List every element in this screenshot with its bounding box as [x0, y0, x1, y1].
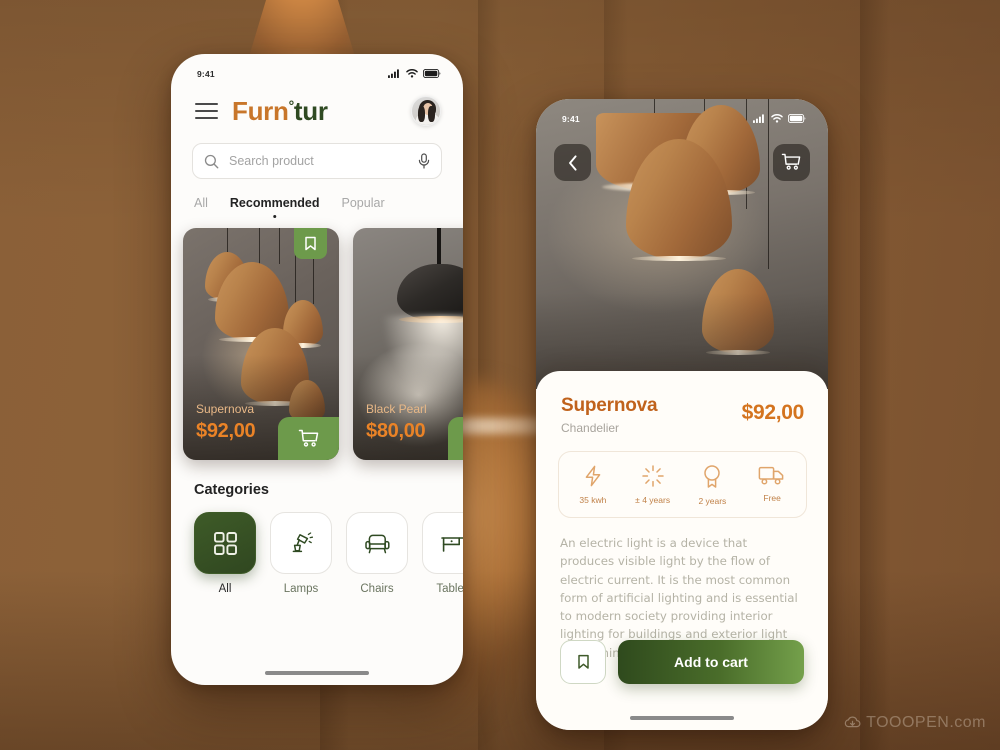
product-header: Supernova Chandelier $92,00: [536, 371, 828, 435]
chevron-left-icon: [568, 154, 577, 171]
product-card-list: Supernova $92,00 Black Pearl $80,00: [171, 218, 463, 460]
home-indicator: [630, 715, 734, 720]
status-bar-time: 9:41: [562, 113, 580, 124]
category-item-tables[interactable]: Tables: [422, 512, 463, 595]
back-button[interactable]: [554, 144, 591, 181]
product-card[interactable]: Black Pearl $80,00: [353, 228, 463, 460]
category-list: All Lamps Chairs Table: [171, 498, 463, 595]
delivery-truck-icon: [758, 466, 784, 485]
category-label: Chairs: [360, 583, 394, 595]
spec-item-warranty: 2 years: [683, 464, 743, 506]
save-bookmark-button[interactable]: [560, 640, 606, 684]
product-card[interactable]: Supernova $92,00: [183, 228, 339, 460]
sparkle-icon: [641, 465, 664, 487]
search-icon: [204, 154, 219, 168]
add-to-cart-button[interactable]: [448, 417, 463, 460]
logo-part-two: tur: [293, 96, 328, 126]
product-title-block: Supernova Chandelier: [561, 395, 658, 435]
left-phone-screen: 9:41 Furn°tur Search product All Recomme…: [171, 54, 463, 685]
app-logo: Furn°tur: [232, 98, 328, 124]
status-bar: 9:41: [171, 54, 463, 82]
category-icon-box: [194, 512, 256, 574]
product-name: Black Pearl: [366, 402, 427, 416]
search-bar[interactable]: [192, 143, 442, 179]
product-actions: Add to cart: [560, 640, 804, 684]
status-bar-icons: [753, 114, 806, 123]
tab-all[interactable]: All: [194, 196, 208, 218]
category-label: All: [218, 583, 232, 595]
product-specs: 35 kwh ± 4 years 2 years Free: [558, 451, 807, 518]
shopping-cart-icon: [298, 429, 318, 447]
product-price: $92,00: [196, 420, 256, 442]
avatar-hair-right: [427, 106, 435, 122]
watermark-text: TOOOPEN.com: [866, 714, 986, 731]
signal-icon: [388, 69, 399, 78]
category-label: Tables: [436, 583, 463, 595]
award-badge-icon: [704, 465, 721, 488]
grid-icon: [213, 531, 237, 555]
lightning-bolt-icon: [585, 465, 601, 487]
cart-button[interactable]: [773, 144, 810, 181]
avatar[interactable]: [411, 96, 441, 126]
product-name: Supernova: [561, 395, 658, 416]
watermark: TOOOPEN.com: [844, 714, 986, 732]
avatar-hair-left: [417, 106, 425, 122]
microphone-icon[interactable]: [418, 153, 430, 169]
spec-item-delivery: Free: [742, 464, 802, 506]
status-bar: 9:41: [536, 99, 828, 127]
categories-title: Categories: [194, 482, 269, 498]
status-bar-time: 9:41: [197, 68, 215, 79]
add-to-cart-button[interactable]: Add to cart: [618, 640, 804, 684]
tab-recommended[interactable]: Recommended: [230, 196, 320, 218]
search-input[interactable]: [229, 154, 408, 168]
hero-action-buttons: [536, 144, 828, 181]
app-header: Furn°tur: [171, 82, 463, 126]
category-item-lamps[interactable]: Lamps: [270, 512, 332, 595]
desk-lamp-icon: [292, 532, 314, 553]
category-icon-box: [346, 512, 408, 574]
battery-icon: [788, 114, 806, 123]
spec-label: 35 kwh: [579, 495, 607, 505]
spec-item-power: 35 kwh: [563, 464, 623, 506]
product-subtitle: Chandelier: [561, 421, 620, 435]
filter-tabs: All Recommended Popular: [171, 179, 463, 218]
product-hero-image: [536, 99, 828, 389]
product-detail-sheet: Supernova Chandelier $92,00 35 kwh ± 4 y…: [536, 371, 828, 730]
shopping-cart-icon: [781, 153, 801, 170]
right-phone-screen: 9:41 Supernova Chandelier $92,00 35 kwh …: [536, 99, 828, 730]
spec-label: 2 years: [698, 496, 727, 506]
armchair-icon: [364, 534, 390, 553]
logo-part-one: Furn: [232, 96, 289, 126]
tab-popular[interactable]: Popular: [342, 196, 385, 218]
product-price: $92,00: [741, 401, 805, 424]
wifi-icon: [771, 114, 783, 123]
status-bar-icons: [388, 69, 441, 78]
category-icon-box: [270, 512, 332, 574]
home-indicator: [265, 670, 369, 675]
category-item-chairs[interactable]: Chairs: [346, 512, 408, 595]
wifi-icon: [406, 69, 418, 78]
spec-item-lifetime: ± 4 years: [623, 464, 683, 506]
spec-label: Free: [763, 493, 781, 503]
bookmark-button[interactable]: [294, 228, 327, 259]
product-price: $80,00: [366, 420, 426, 442]
category-icon-box: [422, 512, 463, 574]
hamburger-menu-icon[interactable]: [195, 100, 218, 123]
signal-icon: [753, 114, 764, 123]
battery-icon: [423, 69, 441, 78]
bookmark-icon: [577, 654, 589, 669]
spec-label: ± 4 years: [635, 495, 671, 505]
background-scene: [0, 0, 1000, 750]
product-name: Supernova: [196, 402, 255, 416]
category-item-all[interactable]: All: [194, 512, 256, 595]
add-to-cart-button[interactable]: [278, 417, 339, 460]
cloud-download-icon: [844, 716, 861, 728]
category-label: Lamps: [283, 583, 319, 595]
table-icon: [440, 536, 463, 552]
bookmark-icon: [305, 236, 316, 251]
